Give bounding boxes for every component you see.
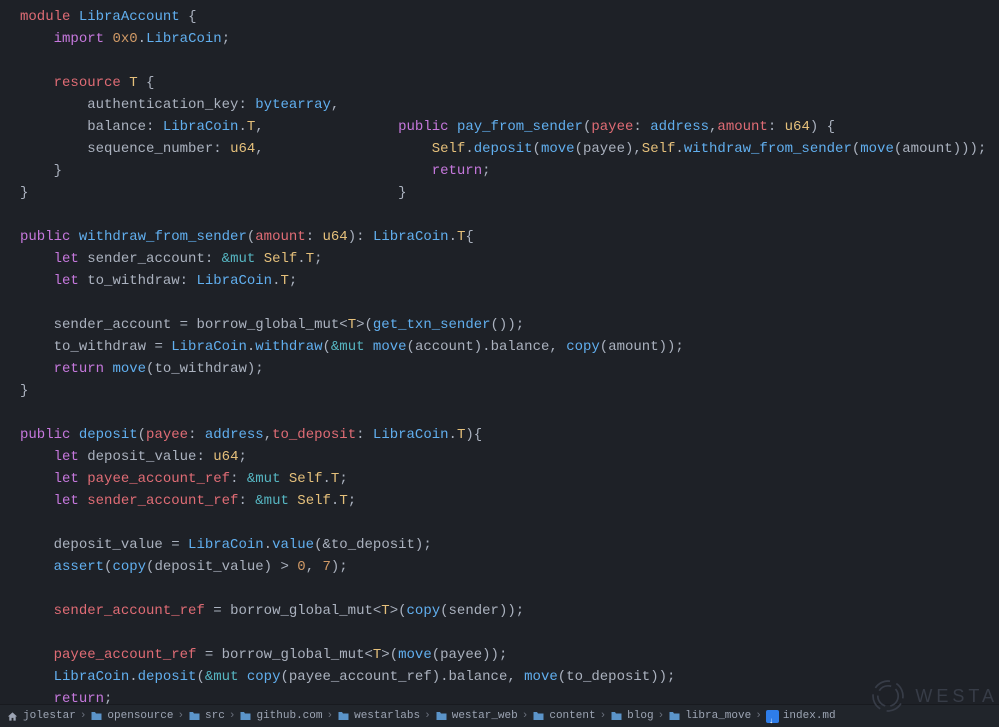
breadcrumb-separator: › (596, 705, 611, 727)
code-line: resource T { (20, 75, 154, 91)
code-line: to_withdraw = LibraCoin.withdraw(&mut mo… (20, 339, 684, 355)
breadcrumb-item[interactable]: opensource (90, 705, 173, 727)
breadcrumb-item[interactable]: westarlabs (337, 705, 420, 727)
breadcrumb-item[interactable]: libra_move (668, 705, 751, 727)
code-line: public deposit(payee: address,to_deposit… (20, 427, 482, 443)
breadcrumb-item[interactable]: content (532, 705, 595, 727)
code-line: sender_account_ref = borrow_global_mut<T… (20, 603, 524, 619)
code-line: return move(to_withdraw); (20, 361, 264, 377)
folder-icon (532, 711, 545, 721)
code-line: } (20, 383, 28, 399)
code-line: let to_withdraw: LibraCoin.T; (20, 273, 297, 289)
code-line: } return; (20, 163, 491, 179)
code-line: } } (20, 185, 406, 201)
code-line: let sender_account_ref: &mut Self.T; (20, 493, 356, 509)
markdown-icon (766, 710, 779, 723)
code-line: sender_account = borrow_global_mut<T>(ge… (20, 317, 524, 333)
code-line: deposit_value = LibraCoin.value(&to_depo… (20, 537, 432, 553)
folder-icon (239, 711, 252, 721)
code-line: module LibraAccount { (20, 9, 196, 25)
code-line: payee_account_ref = borrow_global_mut<T>… (20, 647, 507, 663)
breadcrumb-separator: › (76, 705, 91, 727)
breadcrumb-item[interactable]: src (188, 705, 225, 727)
breadcrumb-separator: › (173, 705, 188, 727)
code-line: import 0x0.LibraCoin; (20, 31, 230, 47)
breadcrumb-home[interactable]: jolestar (6, 705, 76, 727)
code-line: let payee_account_ref: &mut Self.T; (20, 471, 348, 487)
code-editor[interactable]: module LibraAccount { import 0x0.LibraCo… (0, 0, 999, 710)
folder-icon (435, 711, 448, 721)
code-line: LibraCoin.deposit(&mut copy(payee_accoun… (20, 669, 675, 685)
folder-icon (610, 711, 623, 721)
breadcrumb-separator: › (654, 705, 669, 727)
code-line: authentication_key: bytearray, (20, 97, 339, 113)
breadcrumb-item[interactable]: github.com (239, 705, 322, 727)
code-line: sequence_number: u64, Self.deposit(move(… (20, 141, 986, 157)
home-icon (6, 711, 19, 722)
code-line: let deposit_value: u64; (20, 449, 247, 465)
breadcrumb[interactable]: jolestar › opensource › src › github.com… (0, 704, 999, 727)
breadcrumb-separator: › (518, 705, 533, 727)
folder-icon (188, 711, 201, 721)
folder-icon (337, 711, 350, 721)
breadcrumb-item[interactable]: blog (610, 705, 653, 727)
breadcrumb-item[interactable]: westar_web (435, 705, 518, 727)
breadcrumb-separator: › (420, 705, 435, 727)
breadcrumb-separator: › (322, 705, 337, 727)
code-line: assert(copy(deposit_value) > 0, 7); (20, 559, 348, 575)
code-line: public withdraw_from_sender(amount: u64)… (20, 229, 474, 245)
code-line: balance: LibraCoin.T, public pay_from_se… (20, 119, 835, 135)
breadcrumb-separator: › (751, 705, 766, 727)
folder-icon (668, 711, 681, 721)
code-line: let sender_account: &mut Self.T; (20, 251, 323, 267)
breadcrumb-separator: › (225, 705, 240, 727)
folder-icon (90, 711, 103, 721)
breadcrumb-file[interactable]: index.md (766, 705, 836, 727)
